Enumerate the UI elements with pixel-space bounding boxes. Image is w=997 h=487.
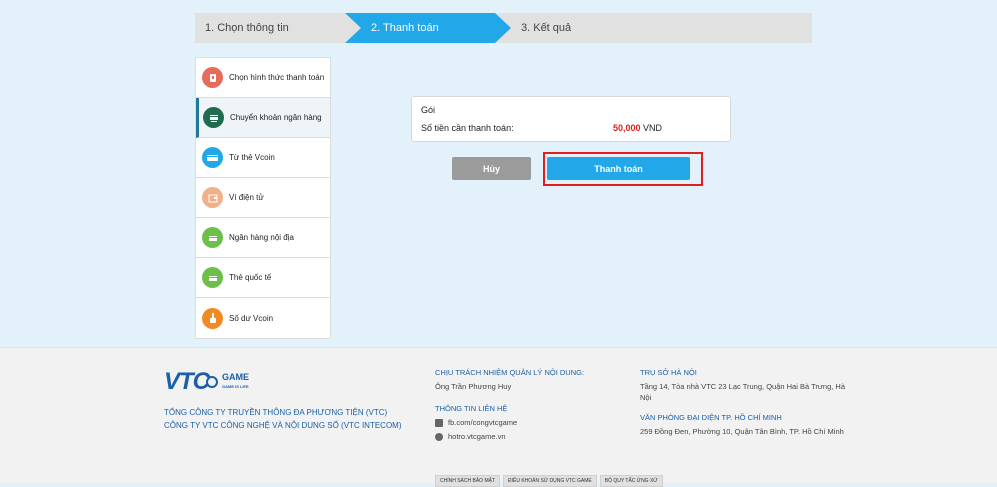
sidebar-item-vcoin-card[interactable]: Từ thẻ Vcoin bbox=[196, 138, 330, 178]
support-link[interactable]: hotro.vtcgame.vn bbox=[435, 431, 615, 442]
terms-of-use-link[interactable]: ĐIỀU KHOẢN SỬ DỤNG VTC GAME bbox=[503, 475, 597, 487]
footer-address-column: TRỤ SỞ HÀ NỘI Tầng 14, Tòa nhà VTC 23 Lạ… bbox=[640, 367, 850, 437]
hq-address: Tầng 14, Tòa nhà VTC 23 Lạc Trung, Quận … bbox=[640, 382, 845, 402]
vcoin-card-icon bbox=[202, 147, 223, 168]
footer: VTC GAME GAME IS LIFE TỔNG CÔNG TY TRUYỀ… bbox=[0, 347, 997, 487]
globe-icon bbox=[435, 432, 443, 441]
cancel-button[interactable]: Hủy bbox=[452, 157, 531, 180]
logo-ring-icon bbox=[206, 376, 218, 388]
payment-method-sidebar: Chọn hình thức thanh toán Chuyển khoản n… bbox=[195, 57, 331, 339]
hq-heading: TRỤ SỞ HÀ NỘI bbox=[640, 368, 697, 377]
corporation-info: TỔNG CÔNG TY TRUYỀN THÔNG ĐA PHƯƠNG TIỆN… bbox=[164, 406, 402, 432]
sidebar-item-label: Từ thẻ Vcoin bbox=[229, 153, 275, 162]
sidebar-item-choose-method[interactable]: Chọn hình thức thanh toán bbox=[196, 58, 330, 98]
bank-transfer-icon bbox=[203, 107, 224, 128]
facebook-icon bbox=[435, 418, 443, 427]
amount-display: 50,000 VND bbox=[613, 123, 662, 133]
pay-button[interactable]: Thanh toán bbox=[547, 157, 690, 180]
currency-label: VND bbox=[643, 123, 663, 133]
sidebar-item-label: Ngân hàng nội địa bbox=[229, 233, 294, 242]
logo-vtc-text: VTC bbox=[164, 368, 210, 395]
code-of-conduct-link[interactable]: BỘ QUY TẮC ỨNG XỬ bbox=[599, 475, 663, 487]
amount-value: 50,000 bbox=[613, 123, 641, 133]
sidebar-item-e-wallet[interactable]: Ví điện tử bbox=[196, 178, 330, 218]
logo-slogan: GAME IS LIFE bbox=[222, 384, 249, 389]
sidebar-item-label: Thẻ quốc tế bbox=[229, 273, 272, 282]
step-result: 3. Kết quả bbox=[521, 22, 572, 34]
sidebar-item-vcoin-balance[interactable]: Số dư Vcoin bbox=[196, 298, 330, 338]
corp-line-1: TỔNG CÔNG TY TRUYỀN THÔNG ĐA PHƯƠNG TIỆN… bbox=[164, 408, 388, 417]
hcm-office-address: 259 Đồng Đen, Phường 10, Quận Tân Bình, … bbox=[640, 427, 844, 436]
step-choose-info: 1. Chọn thông tin bbox=[205, 22, 289, 34]
footer-content-column: CHỊU TRÁCH NHIỆM QUẢN LÝ NỘI DUNG: Ông T… bbox=[435, 367, 615, 445]
sidebar-item-international-card[interactable]: Thẻ quốc tế bbox=[196, 258, 330, 298]
footer-links: CHÍNH SÁCH BẢO MẬT ĐIỀU KHOẢN SỬ DỤNG VT… bbox=[435, 475, 666, 487]
international-card-icon bbox=[202, 267, 223, 288]
checkout-steps: 1. Chọn thông tin 2. Thanh toán 3. Kết q… bbox=[195, 13, 812, 43]
support-url: hotro.vtcgame.vn bbox=[448, 432, 506, 441]
facebook-link[interactable]: fb.com/congvtcgame bbox=[435, 417, 615, 428]
sidebar-item-domestic-bank[interactable]: Ngân hàng nội địa bbox=[196, 218, 330, 258]
sidebar-item-label: Số dư Vcoin bbox=[229, 313, 274, 323]
content-manager-heading: CHỊU TRÁCH NHIỆM QUẢN LÝ NỘI DUNG: bbox=[435, 368, 585, 377]
sidebar-item-label: Ví điện tử bbox=[229, 193, 264, 202]
amount-label: Số tiền cần thanh toán: bbox=[421, 123, 514, 133]
facebook-url: fb.com/congvtcgame bbox=[448, 418, 518, 427]
step-payment: 2. Thanh toán bbox=[371, 22, 439, 34]
sidebar-item-bank-transfer[interactable]: Chuyển khoản ngân hàng bbox=[196, 98, 330, 138]
content-manager-name: Ông Trần Phương Huy bbox=[435, 382, 512, 391]
logo-game-label: GAME bbox=[222, 372, 249, 382]
payment-summary: Gói Số tiền cần thanh toán: 50,000 VND bbox=[411, 96, 731, 142]
domestic-bank-icon bbox=[202, 227, 223, 248]
hcm-office-heading: VĂN PHÒNG ĐẠI DIỆN TP. HỒ CHÍ MINH bbox=[640, 413, 782, 422]
privacy-policy-link[interactable]: CHÍNH SÁCH BẢO MẬT bbox=[435, 475, 501, 487]
vtc-game-logo[interactable]: VTC GAME GAME IS LIFE bbox=[164, 368, 249, 396]
sidebar-item-label: Chọn hình thức thanh toán bbox=[229, 73, 325, 82]
payment-method-icon bbox=[202, 67, 223, 88]
sidebar-item-label: Chuyển khoản ngân hàng bbox=[230, 113, 322, 122]
logo-game-text: GAME GAME IS LIFE bbox=[222, 373, 249, 391]
e-wallet-icon bbox=[202, 187, 223, 208]
contact-heading: THÔNG TIN LIÊN HỆ bbox=[435, 404, 508, 413]
vcoin-balance-icon bbox=[202, 307, 223, 329]
corp-line-2: CÔNG TY VTC CÔNG NGHỆ VÀ NỘI DUNG SỐ (VT… bbox=[164, 421, 402, 430]
package-label: Gói bbox=[421, 105, 436, 115]
